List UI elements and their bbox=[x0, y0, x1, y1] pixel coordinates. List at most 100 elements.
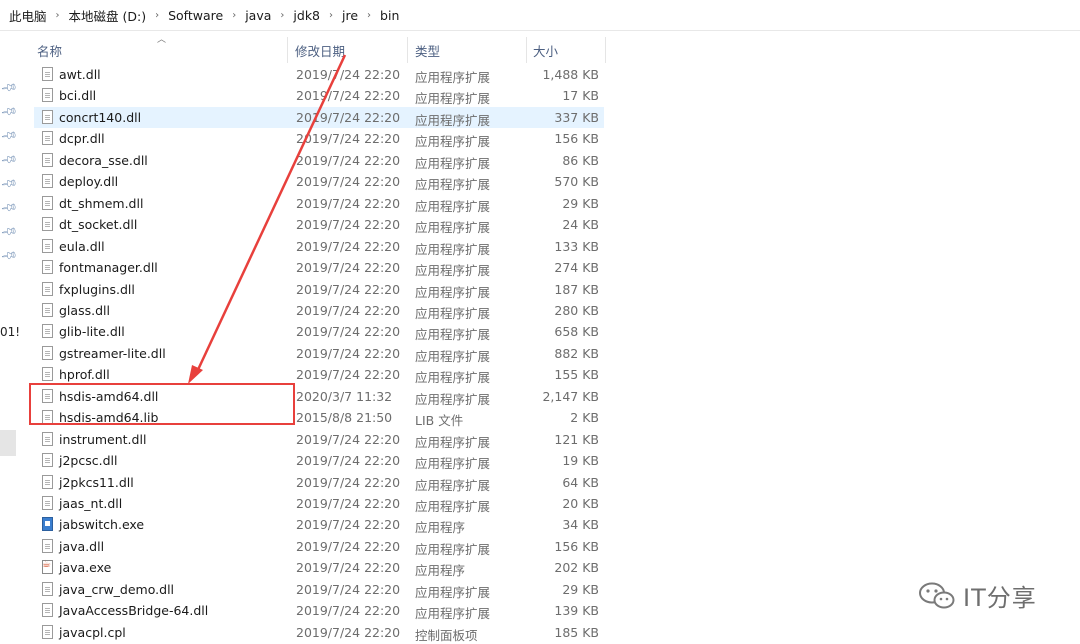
nav-selected-item[interactable] bbox=[0, 430, 16, 456]
file-date-modified: 2019/7/24 22:20 bbox=[296, 431, 401, 447]
dll-file-icon bbox=[42, 581, 53, 596]
chevron-right-icon[interactable]: › bbox=[226, 10, 242, 21]
file-row[interactable]: awt.dll 2019/7/24 22:20 应用程序扩展 1,488 KB bbox=[34, 64, 604, 85]
breadcrumb-item[interactable]: jdk8 › bbox=[290, 6, 339, 25]
file-row[interactable]: java.exe 2019/7/24 22:20 应用程序 202 KB bbox=[34, 557, 604, 578]
dll-file-icon bbox=[42, 260, 53, 275]
dll-file-icon bbox=[42, 324, 53, 339]
file-row[interactable]: eula.dll 2019/7/24 22:20 应用程序扩展 133 KB bbox=[34, 236, 604, 257]
pin-icon[interactable]: 📌︎ bbox=[0, 198, 19, 217]
breadcrumb-item-label[interactable]: jdk8 bbox=[290, 6, 323, 25]
breadcrumb-item[interactable]: jre › bbox=[339, 6, 377, 25]
file-name: fontmanager.dll bbox=[59, 260, 158, 276]
file-type: 应用程序扩展 bbox=[415, 177, 491, 193]
file-size: 156 KB bbox=[554, 131, 599, 147]
file-date-modified: 2019/7/24 22:20 bbox=[296, 453, 401, 469]
file-type: 应用程序 bbox=[415, 520, 466, 536]
file-type: 应用程序扩展 bbox=[415, 70, 491, 85]
file-row[interactable]: j2pkcs11.dll 2019/7/24 22:20 应用程序扩展 64 KB bbox=[34, 472, 604, 493]
column-header-type[interactable]: 类型 bbox=[415, 41, 440, 60]
file-row[interactable]: instrument.dll 2019/7/24 22:20 应用程序扩展 121 K… bbox=[34, 429, 604, 450]
file-size: 2,147 KB bbox=[542, 388, 599, 404]
file-date-modified: 2019/7/24 22:20 bbox=[296, 474, 401, 490]
file-type: 应用程序扩展 bbox=[415, 284, 491, 300]
file-name: j2pkcs11.dll bbox=[59, 474, 134, 490]
breadcrumb-item-label[interactable]: bin bbox=[377, 6, 402, 25]
file-name: jabswitch.exe bbox=[59, 517, 145, 533]
chevron-right-icon[interactable]: › bbox=[274, 10, 290, 21]
pin-icon[interactable]: 📌︎ bbox=[0, 78, 19, 97]
file-row[interactable]: dt_socket.dll 2019/7/24 22:20 应用程序扩展 24 KB bbox=[34, 214, 604, 235]
column-header-date[interactable]: 修改日期 bbox=[295, 41, 345, 60]
column-header-name[interactable]: 名称 bbox=[37, 41, 62, 60]
file-type: 应用程序扩展 bbox=[415, 477, 491, 493]
chevron-right-icon[interactable]: › bbox=[149, 10, 165, 21]
pin-icon[interactable]: 📌︎ bbox=[0, 102, 19, 121]
breadcrumb-item[interactable]: java › bbox=[242, 6, 290, 25]
breadcrumb-item-label[interactable]: 此电脑 bbox=[6, 4, 50, 27]
file-row[interactable]: java_crw_demo.dll 2019/7/24 22:20 应用程序扩展 29… bbox=[34, 579, 604, 600]
pin-icon[interactable]: 📌︎ bbox=[0, 222, 19, 241]
chevron-right-icon[interactable]: › bbox=[50, 10, 66, 21]
dll-file-icon bbox=[42, 174, 53, 189]
file-row[interactable]: javacpl.cpl 2019/7/24 22:20 控制面板项 185 KB bbox=[34, 622, 604, 643]
file-date-modified: 2019/7/24 22:20 bbox=[296, 517, 401, 533]
file-type: 应用程序扩展 bbox=[415, 370, 491, 386]
breadcrumb-item[interactable]: Software › bbox=[165, 6, 242, 25]
file-row[interactable]: bci.dll 2019/7/24 22:20 应用程序扩展 17 KB bbox=[34, 85, 604, 106]
file-row[interactable]: dcpr.dll 2019/7/24 22:20 应用程序扩展 156 KB bbox=[34, 128, 604, 149]
navigation-pane: 📌︎ 📌︎ 📌︎ 📌︎ 📌︎ 📌︎ 📌︎ 📌︎ 01! bbox=[0, 31, 22, 643]
file-row[interactable]: decora_sse.dll 2019/7/24 22:20 应用程序扩展 86 KB bbox=[34, 150, 604, 171]
breadcrumb-item[interactable]: bin bbox=[377, 6, 402, 25]
breadcrumb-item[interactable]: 本地磁盘 (D:) › bbox=[66, 4, 166, 27]
file-row[interactable]: j2pcsc.dll 2019/7/24 22:20 应用程序扩展 19 KB bbox=[34, 450, 604, 471]
file-name: jaas_nt.dll bbox=[59, 496, 123, 511]
column-divider[interactable] bbox=[407, 37, 408, 63]
column-divider[interactable] bbox=[605, 37, 606, 63]
pin-icon[interactable]: 📌︎ bbox=[0, 126, 19, 145]
file-row[interactable]: JavaAccessBridge-64.dll 2019/7/24 22:20 应用… bbox=[34, 600, 604, 621]
file-row[interactable]: concrt140.dll 2019/7/24 22:20 应用程序扩展 337 KB bbox=[34, 106, 604, 128]
breadcrumb-item-label[interactable]: Software bbox=[165, 6, 226, 25]
file-row[interactable]: gstreamer-lite.dll 2019/7/24 22:20 应用程序扩展 8… bbox=[34, 343, 604, 364]
column-header-size[interactable]: 大小 bbox=[533, 41, 558, 60]
breadcrumb-item-label[interactable]: java bbox=[242, 6, 274, 25]
file-type: 应用程序扩展 bbox=[415, 456, 491, 472]
chevron-right-icon[interactable]: › bbox=[323, 10, 339, 21]
file-date-modified: 2019/7/24 22:20 bbox=[296, 281, 401, 297]
file-name: bci.dll bbox=[59, 88, 97, 104]
file-row[interactable]: fontmanager.dll 2019/7/24 22:20 应用程序扩展 274 … bbox=[34, 257, 604, 278]
pin-icon[interactable]: 📌︎ bbox=[0, 174, 19, 193]
file-row[interactable]: java.dll 2019/7/24 22:20 应用程序扩展 156 KB bbox=[34, 536, 604, 557]
file-row[interactable]: deploy.dll 2019/7/24 22:20 应用程序扩展 570 KB bbox=[34, 171, 604, 192]
file-type: 应用程序扩展 bbox=[415, 327, 491, 343]
file-row[interactable]: glass.dll 2019/7/24 22:20 应用程序扩展 280 KB bbox=[34, 300, 604, 321]
file-size: 17 KB bbox=[562, 88, 599, 104]
breadcrumb-item-label[interactable]: 本地磁盘 (D:) bbox=[66, 4, 150, 27]
file-date-modified: 2019/7/24 22:20 bbox=[296, 302, 401, 318]
file-date-modified: 2015/8/8 21:50 bbox=[296, 410, 393, 426]
file-name: dt_shmem.dll bbox=[59, 195, 144, 211]
column-divider[interactable] bbox=[526, 37, 527, 63]
file-row[interactable]: fxplugins.dll 2019/7/24 22:20 应用程序扩展 187 KB bbox=[34, 279, 604, 300]
file-name: gstreamer-lite.dll bbox=[59, 345, 166, 361]
dll-file-icon bbox=[42, 474, 53, 489]
file-row[interactable]: glib-lite.dll 2019/7/24 22:20 应用程序扩展 658 KB bbox=[34, 321, 604, 342]
nav-item-partial-label[interactable]: 01! bbox=[0, 325, 20, 339]
file-row[interactable]: jaas_nt.dll 2019/7/24 22:20 应用程序扩展 20 KB bbox=[34, 493, 604, 514]
file-row[interactable]: dt_shmem.dll 2019/7/24 22:20 应用程序扩展 29 KB bbox=[34, 193, 604, 214]
file-date-modified: 2019/7/24 22:20 bbox=[296, 217, 401, 233]
file-name: glass.dll bbox=[59, 302, 110, 318]
chevron-right-icon[interactable]: › bbox=[361, 10, 377, 21]
breadcrumb-item[interactable]: 此电脑 › bbox=[6, 4, 66, 27]
column-divider[interactable] bbox=[287, 37, 288, 63]
file-type: LIB 文件 bbox=[415, 413, 464, 429]
pin-icon[interactable]: 📌︎ bbox=[0, 246, 19, 265]
file-type: 应用程序扩展 bbox=[415, 155, 491, 171]
file-date-modified: 2019/7/24 22:20 bbox=[296, 67, 401, 82]
file-row[interactable]: jabswitch.exe 2019/7/24 22:20 应用程序 34 KB bbox=[34, 514, 604, 535]
file-name: decora_sse.dll bbox=[59, 152, 148, 168]
file-name: j2pcsc.dll bbox=[59, 453, 118, 469]
breadcrumb-item-label[interactable]: jre bbox=[339, 6, 361, 25]
pin-icon[interactable]: 📌︎ bbox=[0, 150, 19, 169]
